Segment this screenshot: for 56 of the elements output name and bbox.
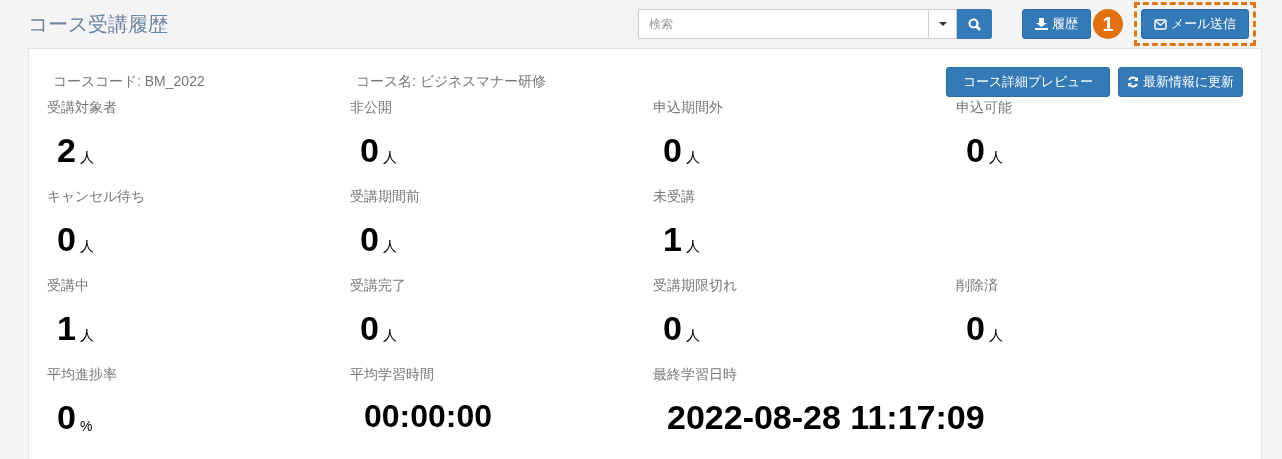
- stat-value: 0: [966, 311, 985, 345]
- stat-unit: 人: [685, 327, 700, 345]
- stat-value: 2: [57, 133, 76, 167]
- page-title: コース受講履歴: [28, 11, 169, 37]
- search-button[interactable]: [957, 9, 992, 39]
- stat-value: 0: [966, 133, 985, 167]
- stat-value: 0: [57, 222, 76, 256]
- step-badge: 1: [1093, 9, 1123, 39]
- stat-value: 0: [360, 311, 379, 345]
- stat-unit: %: [79, 418, 93, 434]
- stat-label: 申込期間外: [653, 99, 723, 117]
- stat-label: 受講期間前: [350, 188, 420, 206]
- stat-unit: 人: [685, 238, 700, 256]
- stat-label: キャンセル待ち: [47, 188, 145, 206]
- course-button[interactable]: コース詳細プレビュー: [946, 67, 1110, 97]
- stat-unit: 人: [382, 238, 397, 256]
- stat-unit: 人: [382, 149, 397, 167]
- refresh-icon: [1127, 76, 1139, 88]
- stat-value: 0: [57, 400, 76, 434]
- stat-label: 平均進捗率: [47, 366, 117, 384]
- stat-label: 未受講: [653, 188, 695, 206]
- stat-value: 1: [663, 222, 682, 256]
- search-icon: [968, 17, 981, 31]
- stat-label: 削除済: [956, 277, 998, 295]
- stat-value: 0: [663, 133, 682, 167]
- course-button[interactable]: 最新情報に更新: [1118, 67, 1243, 97]
- stat-label: 受講対象者: [47, 99, 117, 117]
- stat-label: 平均学習時間: [350, 366, 434, 384]
- stat-label: 最終学習日時: [653, 366, 737, 384]
- stat-unit: 人: [988, 149, 1003, 167]
- toolbar-button[interactable]: 履歴: [1022, 9, 1091, 39]
- stat-label: 受講期限切れ: [653, 277, 737, 295]
- stat-value: 2022-08-28 11:17:09: [666, 400, 985, 434]
- stat-unit: 人: [79, 238, 94, 256]
- mail-icon: [1154, 18, 1167, 30]
- stat-value: 0: [663, 311, 682, 345]
- stat-label: 受講中: [47, 277, 89, 295]
- stat-unit: 人: [79, 149, 94, 167]
- search-field[interactable]: 検索: [638, 9, 928, 39]
- stat-unit: 人: [382, 327, 397, 345]
- stat-value: 0: [360, 133, 379, 167]
- course-name: コース名: ビジネスマナー研修: [355, 73, 547, 91]
- stat-value: 0: [360, 222, 379, 256]
- stat-value: 1: [57, 311, 76, 345]
- download-icon: [1035, 18, 1048, 30]
- stat-label: 受講完了: [350, 277, 406, 295]
- stat-value: 00:00:00: [363, 400, 493, 432]
- stat-label: 申込可能: [956, 99, 1012, 117]
- stat-unit: 人: [988, 327, 1003, 345]
- stat-unit: 人: [685, 149, 700, 167]
- dropdown-button[interactable]: [928, 9, 957, 39]
- caret-icon: [938, 22, 947, 26]
- course-code: コースコード: BM_2022: [52, 73, 206, 91]
- stat-label: 非公開: [350, 99, 392, 117]
- stat-unit: 人: [79, 327, 94, 345]
- toolbar-button[interactable]: メール送信: [1141, 9, 1249, 39]
